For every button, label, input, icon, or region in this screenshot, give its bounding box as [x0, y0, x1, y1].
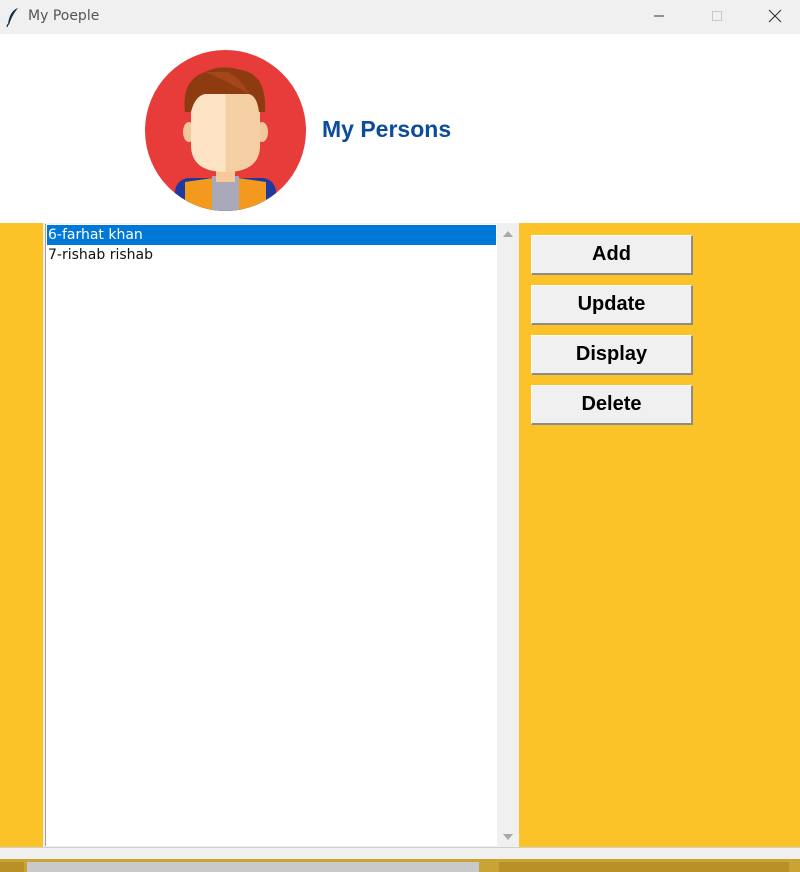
minimize-icon [654, 15, 664, 17]
maximize-icon [712, 11, 722, 21]
title-bar: My Poeple [0, 0, 800, 34]
scroll-up-arrow-icon[interactable] [502, 229, 514, 239]
list-item[interactable]: 6-farhat khan [47, 225, 496, 245]
add-button[interactable]: Add [531, 235, 693, 275]
close-icon [768, 9, 782, 23]
close-button[interactable] [746, 0, 800, 32]
person-avatar [145, 50, 306, 211]
person-listbox[interactable]: 6-farhat khan 7-rishab rishab [45, 224, 497, 846]
bottom-edge-segment [0, 862, 24, 872]
window-title: My Poeple [28, 8, 100, 24]
display-button[interactable]: Display [531, 335, 693, 375]
delete-button[interactable]: Delete [531, 385, 693, 425]
page-title: My Persons [322, 116, 452, 142]
scroll-down-arrow-icon[interactable] [502, 832, 514, 842]
feather-icon [6, 8, 18, 27]
update-button[interactable]: Update [531, 285, 693, 325]
bottom-edge-segment [499, 862, 789, 872]
header-panel: My Persons [0, 34, 800, 223]
bottom-edge-segment [27, 862, 479, 872]
maximize-button[interactable] [688, 0, 746, 32]
vertical-scrollbar[interactable] [499, 224, 517, 846]
person-list-frame: 6-farhat khan 7-rishab rishab [43, 223, 519, 847]
minimize-button[interactable] [630, 0, 688, 32]
list-item[interactable]: 7-rishab rishab [47, 245, 496, 265]
